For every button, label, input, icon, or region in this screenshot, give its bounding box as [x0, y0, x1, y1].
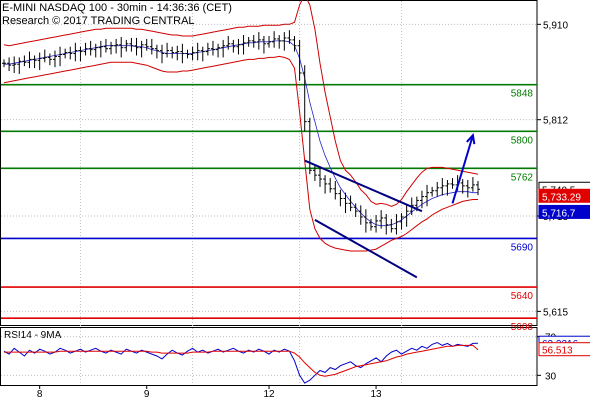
- chart-title: E-MINI NASDAQ 100 - 30min - 14:36:36 (CE…: [2, 2, 232, 14]
- price-tag: 5,716.7: [542, 208, 576, 219]
- rsi-value-tag: 56.513: [542, 346, 573, 357]
- research-credit: Research © 2017 TRADING CENTRAL: [2, 15, 195, 27]
- level-label: 5848: [511, 89, 534, 100]
- x-tick-label: 13: [371, 389, 383, 400]
- level-label: 5762: [511, 172, 534, 183]
- x-tick-label: 8: [37, 389, 43, 400]
- x-tick-label: 9: [144, 389, 150, 400]
- level-label: 5640: [511, 291, 534, 302]
- price-tag: 5,733.29: [542, 192, 581, 203]
- level-label: 5800: [511, 135, 534, 146]
- price-tick-label: 5,910: [543, 20, 568, 31]
- chart-area: 5,9105,8125,7135,61558485800576256905640…: [0, 0, 590, 400]
- level-label: 5608: [511, 322, 534, 333]
- rsi-title: RSI14 - 9MA: [4, 330, 62, 341]
- rsi-tick-label: 30: [545, 371, 557, 382]
- price-tick-label: 5,812: [543, 116, 568, 127]
- level-label: 5690: [511, 242, 534, 253]
- price-panel-frame: [0, 0, 538, 326]
- x-tick-label: 12: [263, 389, 275, 400]
- price-tick-label: 5,615: [543, 307, 568, 318]
